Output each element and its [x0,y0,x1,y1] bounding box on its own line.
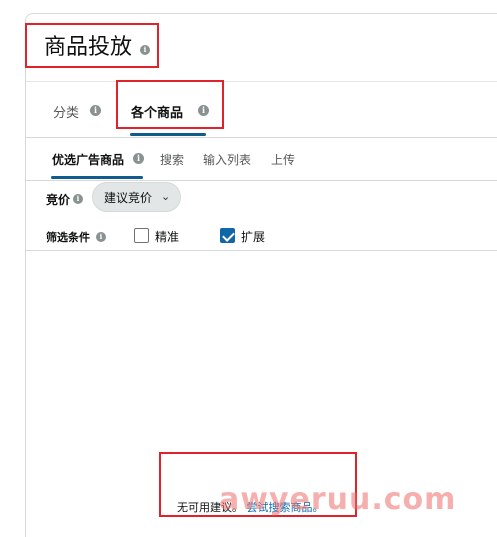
page-header: 商品投放 i [26,14,497,82]
tab-search[interactable]: 搜索 [160,138,190,181]
tab-enter-list-label: 输入列表 [203,153,252,167]
exact-checkbox-label: 精准 [155,230,180,244]
bid-strategy-value: 建议竞价 [104,191,153,205]
info-icon[interactable]: i [133,153,144,164]
page-title: 商品投放 [44,35,133,60]
tab-upload-label: 上传 [271,153,296,167]
info-icon[interactable]: i [96,232,106,242]
active-tab-indicator [130,133,206,136]
targeting-panel: 商品投放 i 分类 i 各个商品 i 优选广告商品 i 搜索 输入列表 上传 竞… [25,13,497,537]
checkmark-icon[interactable] [220,228,235,243]
filter-row: 筛选条件 i 精准 扩展 [46,226,476,250]
filter-label: 筛选条件 [46,231,90,244]
tab-search-label: 搜索 [160,153,185,167]
info-icon[interactable]: i [73,194,83,204]
bid-label: 竞价 [46,193,71,207]
watermark-text: awyeruu.com [219,482,457,517]
tab-individual-products-label: 各个商品 [131,106,184,121]
exact-checkbox-box[interactable] [134,228,149,243]
tab-category-label: 分类 [53,106,80,121]
bid-strategy-dropdown[interactable]: 建议竞价 ⌄ [92,182,181,212]
product-source-tabs: 优选广告商品 i 搜索 输入列表 上传 [26,138,497,181]
info-icon[interactable]: i [198,105,209,116]
chevron-down-icon: ⌄ [161,190,171,203]
expanded-checkbox-label: 扩展 [241,230,266,244]
tab-individual-products[interactable]: 各个商品 i [130,82,221,138]
tab-upload[interactable]: 上传 [271,138,301,181]
tab-category[interactable]: 分类 i [53,82,113,138]
targeting-type-tabs: 分类 i 各个商品 i [26,82,497,138]
tab-suggested-products-label: 优选广告商品 [52,153,125,167]
active-tab-indicator [51,176,143,179]
tab-enter-list[interactable]: 输入列表 [203,138,259,181]
info-icon[interactable]: i [140,45,150,55]
tab-suggested-products[interactable]: 优选广告商品 i [51,138,152,181]
info-icon[interactable]: i [90,105,101,116]
